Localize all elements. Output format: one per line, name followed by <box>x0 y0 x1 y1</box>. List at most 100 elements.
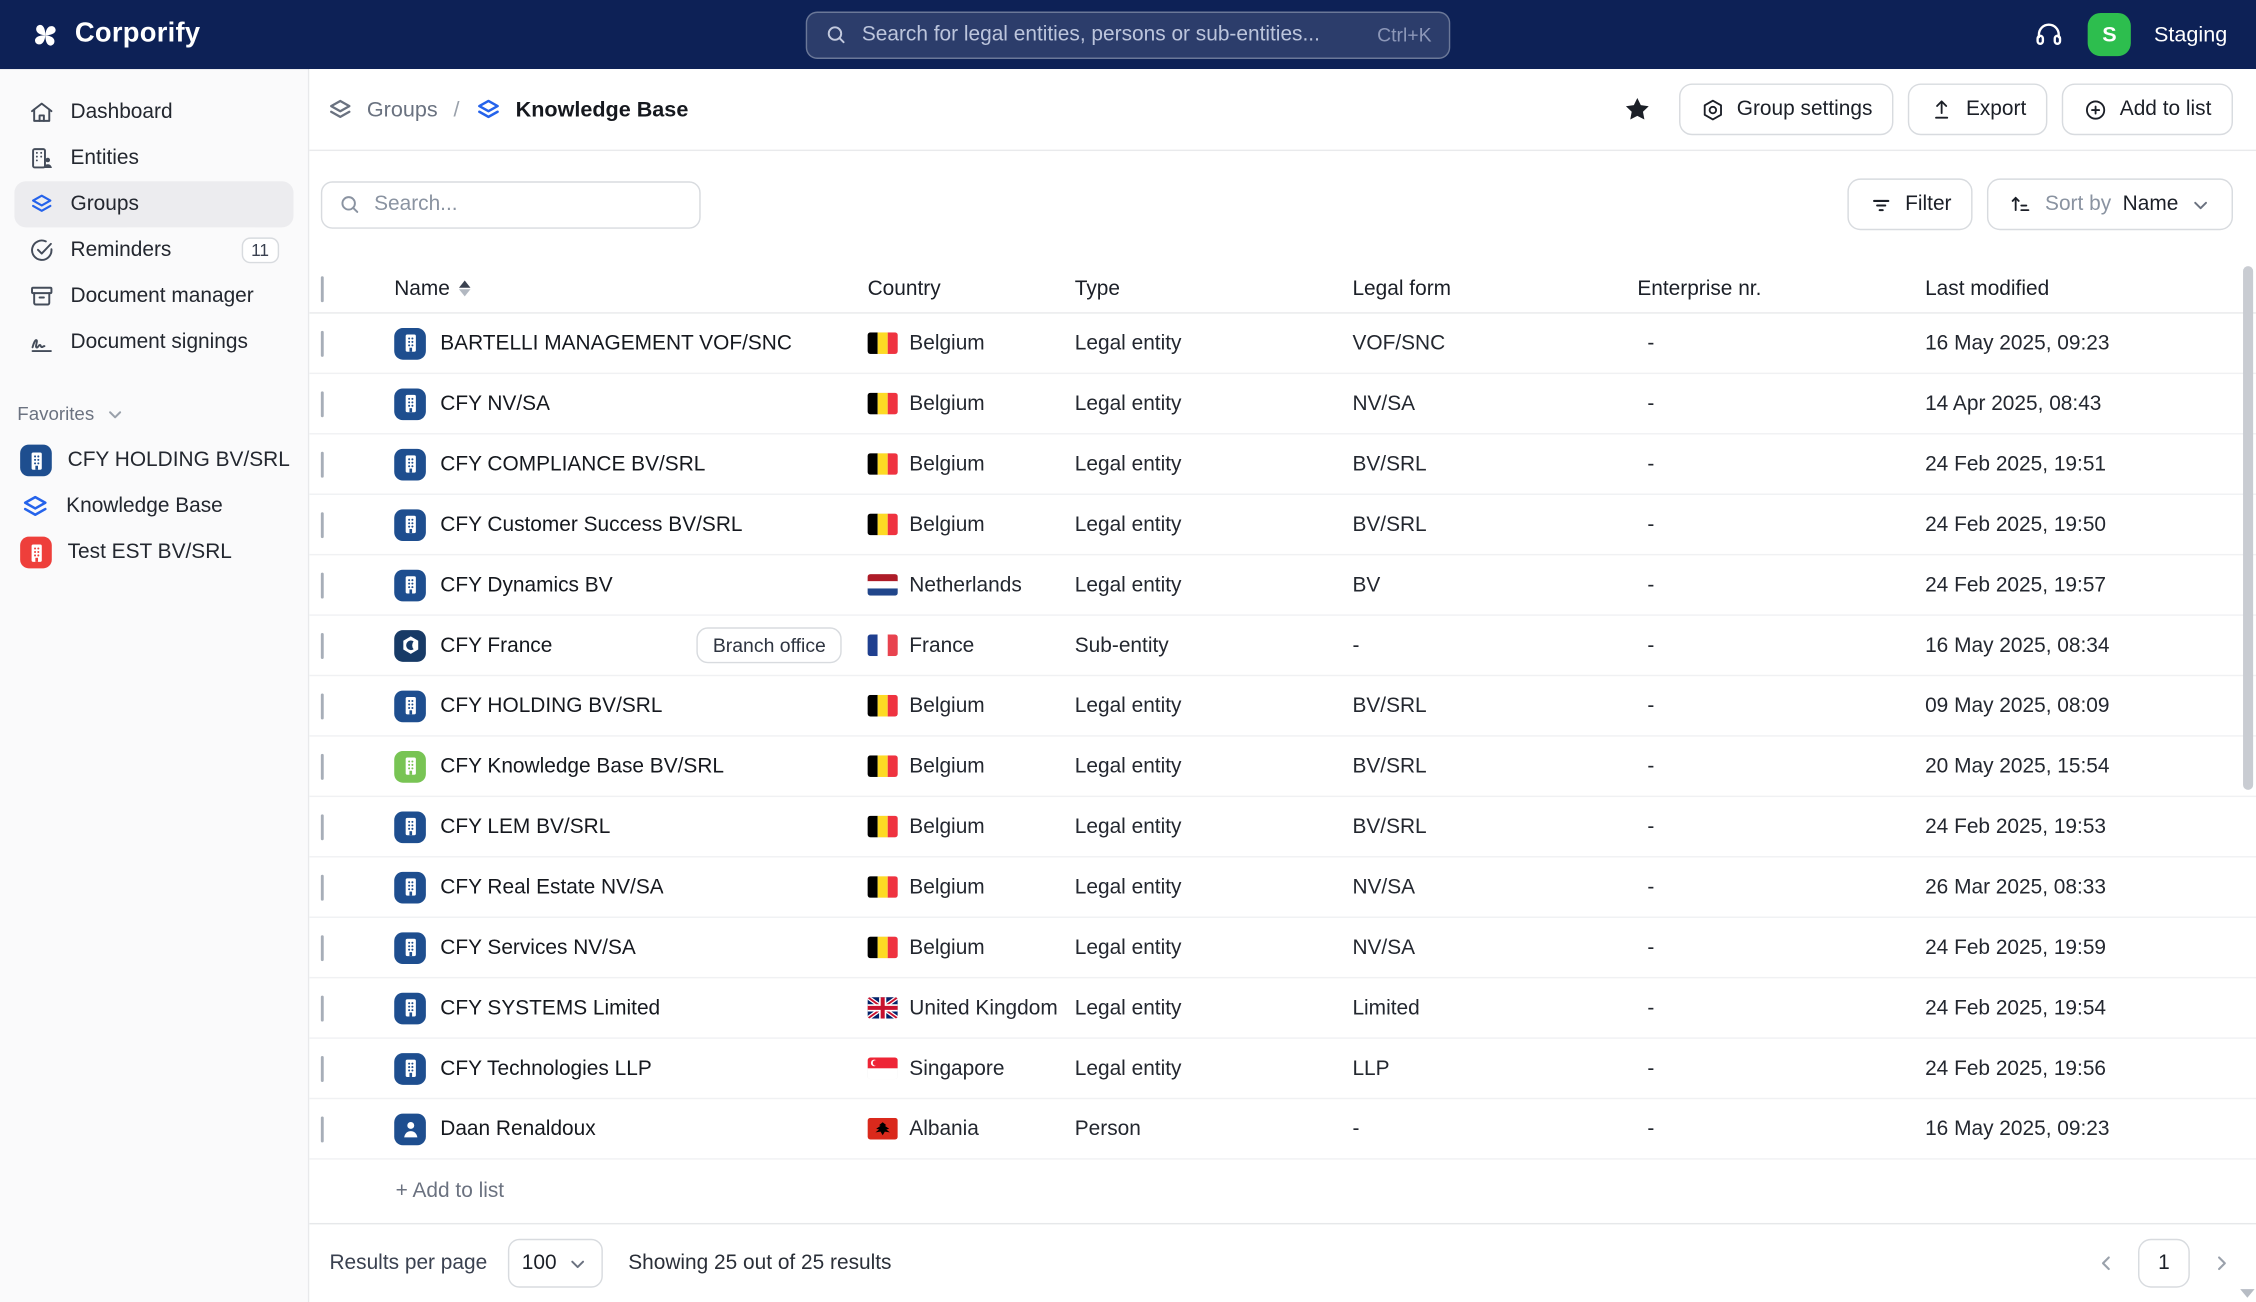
scroll-down-arrow[interactable] <box>2240 1289 2254 1298</box>
results-per-page-select[interactable]: 100 <box>507 1239 602 1288</box>
add-to-list-button[interactable]: Add to list <box>2062 83 2233 135</box>
results-per-page-label: Results per page <box>329 1252 487 1275</box>
column-header-enterprise-nr: Enterprise nr. <box>1637 277 1925 300</box>
chevron-left-icon[interactable] <box>2095 1252 2118 1275</box>
sidebar-item-entities[interactable]: Entities <box>14 135 293 181</box>
brand-logo[interactable]: Corporify <box>29 18 201 51</box>
table-row-cfy-holding-bv-srl[interactable]: CFY HOLDING BV/SRL Belgium Legal entity … <box>309 676 2256 736</box>
table-row-cfy-france[interactable]: CFY France Branch office France Sub-enti… <box>309 616 2256 676</box>
favorites-toggle[interactable]: Favorites <box>17 403 293 425</box>
branch-entity-icon <box>394 629 426 661</box>
country-flag <box>868 997 898 1019</box>
row-checkbox[interactable] <box>321 1116 324 1142</box>
sidebar-item-dashboard[interactable]: Dashboard <box>14 89 293 135</box>
table-row-cfy-lem-bv-srl[interactable]: CFY LEM BV/SRL Belgium Legal entity BV/S… <box>309 797 2256 857</box>
chevron-down-icon <box>2190 194 2212 216</box>
sort-value: Name <box>2123 193 2179 216</box>
row-checkbox[interactable] <box>321 934 324 960</box>
filter-icon <box>1869 192 1893 216</box>
table-row-cfy-technologies-llp[interactable]: CFY Technologies LLP Singapore Legal ent… <box>309 1039 2256 1099</box>
sidebar-item-document-signings[interactable]: Document signings <box>14 319 293 365</box>
branch-office-badge: Branch office <box>697 627 842 663</box>
row-checkbox[interactable] <box>321 874 324 900</box>
building-icon <box>394 388 426 420</box>
plus-circle-icon <box>2084 97 2108 121</box>
sidebar-item-reminders[interactable]: Reminders 11 <box>14 227 293 273</box>
user-avatar[interactable]: S <box>2088 13 2131 56</box>
row-checkbox[interactable] <box>321 693 324 719</box>
scrollbar-thumb[interactable] <box>2243 266 2253 790</box>
row-checkbox[interactable] <box>321 1055 324 1081</box>
global-search[interactable]: Ctrl+K <box>806 11 1451 58</box>
table-row-cfy-nv-sa[interactable]: CFY NV/SA Belgium Legal entity NV/SA - 1… <box>309 374 2256 434</box>
entities-icon <box>29 145 55 171</box>
breadcrumb-groups-link[interactable]: Groups <box>367 97 438 121</box>
table-row-cfy-systems-limited[interactable]: CFY SYSTEMS Limited United Kingdom Legal… <box>309 978 2256 1038</box>
row-checkbox[interactable] <box>321 330 324 356</box>
sidebar: Dashboard Entities Groups Reminders 11 D… <box>0 69 309 1302</box>
showing-results-text: Showing 25 out of 25 results <box>628 1252 891 1275</box>
country-flag <box>868 393 898 415</box>
home-icon <box>29 99 55 125</box>
row-checkbox[interactable] <box>321 572 324 598</box>
country-flag <box>868 876 898 898</box>
table-row-cfy-knowledge-base-bv-srl[interactable]: CFY Knowledge Base BV/SRL Belgium Legal … <box>309 737 2256 797</box>
building-icon <box>394 871 426 903</box>
country-flag <box>868 1118 898 1140</box>
chevron-right-icon[interactable] <box>2210 1252 2233 1275</box>
nut-icon <box>1701 97 1725 121</box>
table-row-cfy-real-estate-nv-sa[interactable]: CFY Real Estate NV/SA Belgium Legal enti… <box>309 858 2256 918</box>
sort-button[interactable]: Sort by Name <box>1987 178 2232 230</box>
row-checkbox[interactable] <box>321 753 324 779</box>
row-checkbox[interactable] <box>321 632 324 658</box>
table-row-cfy-services-nv-sa[interactable]: CFY Services NV/SA Belgium Legal entity … <box>309 918 2256 978</box>
export-button[interactable]: Export <box>1908 83 2047 135</box>
row-checkbox[interactable] <box>321 451 324 477</box>
country-flag <box>868 574 898 596</box>
table-row-cfy-compliance-bv-srl[interactable]: CFY COMPLIANCE BV/SRL Belgium Legal enti… <box>309 435 2256 495</box>
favorite-star-button[interactable] <box>1616 88 1659 131</box>
table-row-daan-renaldoux[interactable]: Daan Renaldoux Albania Person - - 16 May… <box>309 1099 2256 1159</box>
page-number[interactable]: 1 <box>2138 1239 2190 1288</box>
select-all-checkbox[interactable] <box>321 276 324 302</box>
building-icon <box>394 509 426 541</box>
table-body: BARTELLI MANAGEMENT VOF/SNC Belgium Lega… <box>309 314 2256 1160</box>
row-checkbox[interactable] <box>321 391 324 417</box>
count-badge: 11 <box>241 237 279 263</box>
column-header-name[interactable]: Name <box>374 277 868 300</box>
filter-button[interactable]: Filter <box>1848 178 1974 230</box>
sort-arrows-icon <box>459 281 471 297</box>
table-search[interactable] <box>321 181 701 228</box>
table-header: Name Country Type Legal form Enterprise … <box>309 265 2256 314</box>
person-icon <box>394 1113 426 1145</box>
sidebar-item-groups[interactable]: Groups <box>14 181 293 227</box>
table-toolbar: Filter Sort by Name <box>309 151 2256 265</box>
favorite-item-cfy-holding-bv-srl[interactable]: CFY HOLDING BV/SRL <box>14 439 293 482</box>
table-row-cfy-customer-success-bv-srl[interactable]: CFY Customer Success BV/SRL Belgium Lega… <box>309 495 2256 555</box>
star-icon <box>1623 95 1652 124</box>
building-icon <box>394 1052 426 1084</box>
sidebar-item-document-manager[interactable]: Document manager <box>14 273 293 319</box>
building-icon <box>394 448 426 480</box>
country-flag <box>868 453 898 475</box>
table-footer: Results per page 100 Showing 25 out of 2… <box>309 1223 2256 1302</box>
table-row-cfy-dynamics-bv[interactable]: CFY Dynamics BV Netherlands Legal entity… <box>309 555 2256 615</box>
row-checkbox[interactable] <box>321 995 324 1021</box>
building-icon <box>394 690 426 722</box>
add-to-list-link[interactable]: + Add to list <box>396 1180 504 1203</box>
table-search-input[interactable] <box>374 193 683 216</box>
group-settings-button[interactable]: Group settings <box>1679 83 1894 135</box>
breadcrumb: Groups / Knowledge Base <box>327 96 689 123</box>
layers-icon <box>20 491 50 521</box>
table-row-bartelli-management-vof-snc[interactable]: BARTELLI MANAGEMENT VOF/SNC Belgium Lega… <box>309 314 2256 374</box>
favorite-item-knowledge-base[interactable]: Knowledge Base <box>14 485 293 528</box>
global-search-input[interactable] <box>862 23 1363 46</box>
column-header-type: Type <box>1075 277 1353 300</box>
row-checkbox[interactable] <box>321 511 324 537</box>
topbar: Corporify Ctrl+K S Staging <box>0 0 2256 69</box>
row-checkbox[interactable] <box>321 814 324 840</box>
favorite-item-test-est-bv-srl[interactable]: Test EST BV/SRL <box>14 531 293 574</box>
breadcrumb-current: Knowledge Base <box>516 97 689 121</box>
chevron-down-icon <box>566 1252 588 1274</box>
support-headset-icon[interactable] <box>2033 19 2065 51</box>
